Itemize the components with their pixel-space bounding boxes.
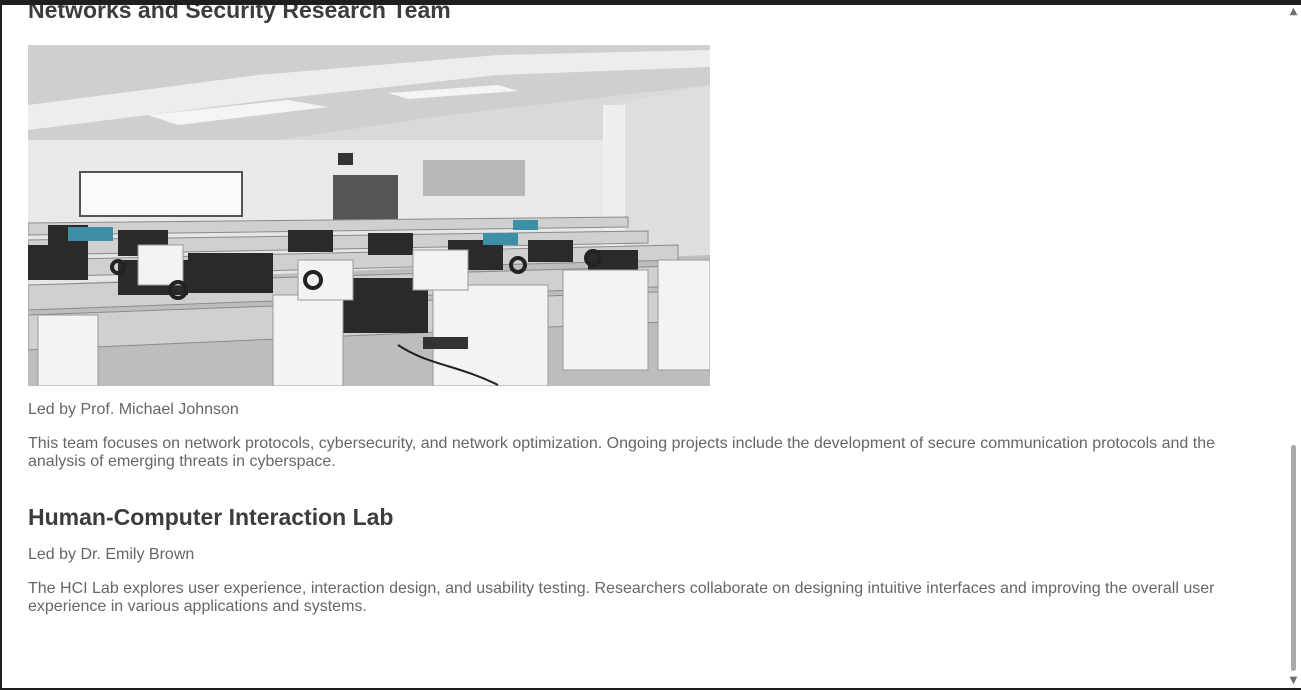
team-description-hci: The HCI Lab explores user experience, in… <box>28 580 1215 615</box>
research-teams-content: Networks and Security Research Team Led … <box>28 5 1228 616</box>
team-description-networks: This team focuses on network protocols, … <box>28 435 1215 470</box>
chevron-up-icon[interactable]: ▲ <box>1286 5 1301 19</box>
scrollbar-thumb[interactable] <box>1291 445 1296 671</box>
team-leader-hci: Led by Dr. Emily Brown <box>28 546 195 563</box>
team-leader-networks: Led by Prof. Michael Johnson <box>28 401 239 418</box>
chevron-down-icon[interactable]: ▼ <box>1286 674 1301 688</box>
section-title-networks: Networks and Security Research Team <box>28 5 451 23</box>
page-viewport: Networks and Security Research Team Led … <box>2 5 1286 688</box>
vertical-scrollbar[interactable]: ▲ ▼ <box>1286 5 1301 688</box>
computer-lab-photo <box>28 45 710 386</box>
section-title-hci: Human-Computer Interaction Lab <box>28 504 394 530</box>
